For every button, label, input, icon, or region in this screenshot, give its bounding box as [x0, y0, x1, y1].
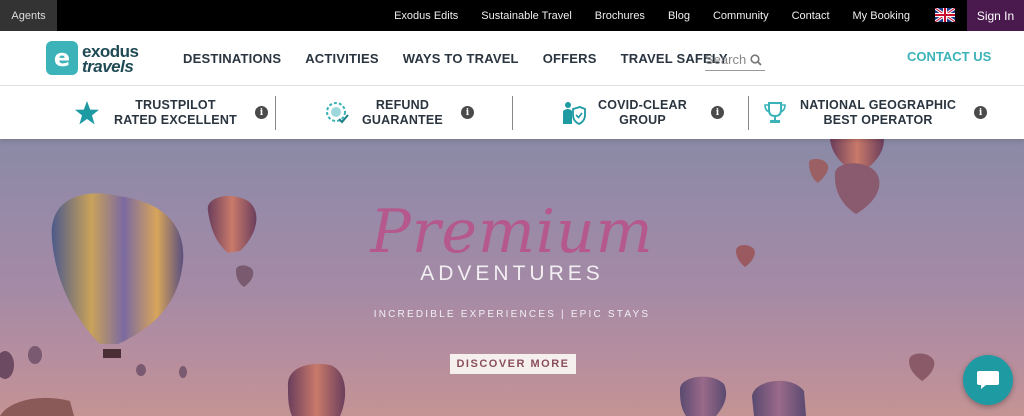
feature-line2: RATED EXCELLENT [114, 112, 237, 127]
refund-badge-icon [326, 101, 349, 123]
shield-person-icon [563, 101, 586, 125]
info-icon[interactable]: i [254, 106, 268, 119]
feature-line2: GROUP [619, 112, 666, 127]
hero-tagline: INCREDIBLE EXPERIENCES | EPIC STAYS [373, 309, 651, 320]
top-link-sustainable-travel[interactable]: Sustainable Travel [481, 10, 572, 22]
features-strip: TRUSTPILOT RATED EXCELLENT i REFUND GUAR… [0, 86, 1024, 139]
nav-destinations[interactable]: DESTINATIONS [183, 51, 281, 66]
exodus-logo[interactable]: e exodus travels [46, 41, 146, 77]
search-icon[interactable] [750, 53, 762, 66]
feature-trustpilot: TRUSTPILOT RATED EXCELLENT i [74, 86, 268, 139]
feature-line1: COVID-CLEAR [598, 97, 688, 112]
divider [748, 96, 749, 130]
feature-line1: REFUND [375, 97, 430, 112]
feature-covid-clear: COVID-CLEAR GROUP i [560, 86, 725, 139]
main-nav: DESTINATIONS ACTIVITIES WAYS TO TRAVEL O… [183, 31, 728, 86]
info-icon[interactable]: i [974, 106, 988, 119]
logo-text-bottom: travels [82, 57, 134, 76]
hero-banner: Premium ADVENTURES INCREDIBLE EXPERIENCE… [0, 139, 1024, 416]
search-input[interactable]: Search [705, 49, 765, 71]
top-link-exodus-edits[interactable]: Exodus Edits [394, 10, 458, 22]
info-icon[interactable]: i [711, 106, 725, 119]
chat-button[interactable] [963, 355, 1013, 405]
divider [275, 96, 276, 130]
nav-ways-to-travel[interactable]: WAYS TO TRAVEL [403, 51, 519, 66]
trophy-icon [764, 101, 786, 123]
contact-us-link[interactable]: CONTACT US [907, 49, 991, 64]
feature-refund: REFUND GUARANTEE i [324, 86, 474, 139]
feature-line1: NATIONAL GEOGRAPHIC [800, 97, 957, 112]
discover-more-button[interactable]: DISCOVER MORE [450, 354, 576, 374]
search-placeholder: Search [705, 52, 747, 67]
top-link-my-booking[interactable]: My Booking [853, 10, 910, 22]
hero-subtitle: ADVENTURES [420, 262, 604, 285]
feature-line2: GUARANTEE [362, 112, 443, 127]
nav-activities[interactable]: ACTIVITIES [305, 51, 379, 66]
star-icon [75, 100, 99, 124]
hero-title: Premium [370, 197, 654, 267]
divider [512, 96, 513, 130]
feature-label: TRUSTPILOT RATED EXCELLENT [114, 98, 237, 128]
top-link-brochures[interactable]: Brochures [595, 10, 645, 22]
nav-offers[interactable]: OFFERS [543, 51, 597, 66]
main-navbar: e exodus travels DESTINATIONS ACTIVITIES… [0, 31, 1024, 86]
top-links: Exodus Edits Sustainable Travel Brochure… [394, 0, 910, 31]
chat-bubble-icon [977, 371, 999, 389]
info-icon[interactable]: i [460, 106, 474, 119]
uk-flag-icon[interactable] [935, 8, 955, 22]
logo-mark: e [46, 41, 78, 75]
feature-label: COVID-CLEAR GROUP [598, 98, 687, 128]
feature-line2: BEST OPERATOR [823, 112, 933, 127]
agents-link[interactable]: Agents [0, 0, 57, 31]
top-link-community[interactable]: Community [713, 10, 769, 22]
feature-line1: TRUSTPILOT [135, 97, 216, 112]
feature-label: NATIONAL GEOGRAPHIC BEST OPERATOR [800, 98, 956, 128]
feature-national-geographic: NATIONAL GEOGRAPHIC BEST OPERATOR i [762, 86, 988, 139]
top-utility-bar: Agents Exodus Edits Sustainable Travel B… [0, 0, 1024, 31]
sign-in-button[interactable]: Sign In [967, 0, 1024, 31]
top-link-contact[interactable]: Contact [792, 10, 830, 22]
top-link-blog[interactable]: Blog [668, 10, 690, 22]
feature-label: REFUND GUARANTEE [362, 98, 443, 128]
